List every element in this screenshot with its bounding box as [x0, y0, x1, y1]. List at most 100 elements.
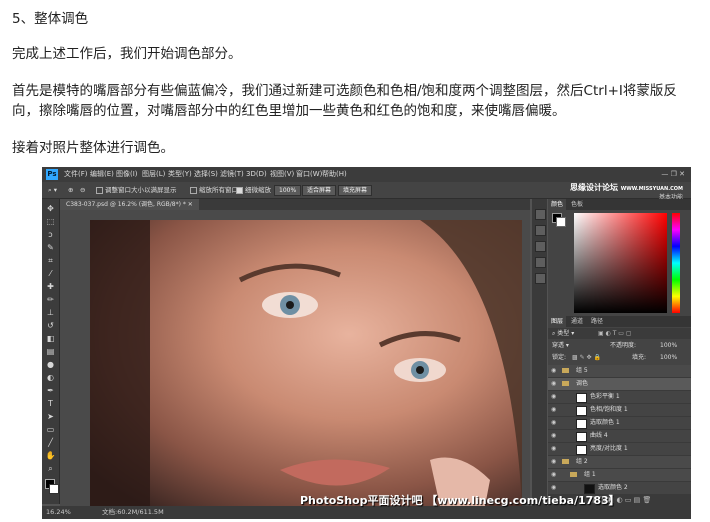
move-tool-icon[interactable]: ✥: [45, 203, 56, 214]
visibility-eye-icon[interactable]: ◉: [551, 391, 556, 403]
zoom-100-button[interactable]: 100%: [274, 185, 302, 196]
eyedropper-tool-icon[interactable]: ⁄: [45, 268, 56, 279]
hue-slider[interactable]: [672, 213, 680, 313]
tab-layers[interactable]: 图层: [548, 316, 567, 327]
path-select-tool-icon[interactable]: ➤: [45, 411, 56, 422]
healing-tool-icon[interactable]: ✚: [45, 281, 56, 292]
mask-thumbnail[interactable]: [576, 393, 587, 403]
zoom-tool-icon[interactable]: ⌕ ▾: [48, 182, 57, 198]
zoom-all-label: 缩放所有窗口: [199, 186, 238, 194]
folder-icon: [562, 459, 569, 464]
visibility-eye-icon[interactable]: ◉: [551, 404, 556, 416]
dodge-tool-icon[interactable]: ◐: [45, 372, 56, 383]
zoom-tool-icon-2[interactable]: ⌕: [45, 463, 56, 474]
shape-tool-icon[interactable]: ▭: [45, 424, 56, 435]
filter-icons[interactable]: ▣ ◐ T ▭ ▢: [598, 328, 632, 339]
background-color[interactable]: [556, 217, 566, 227]
fill-input[interactable]: 100%: [660, 352, 677, 363]
blend-row: 穿透 ▾ 不透明度: 100%: [548, 340, 691, 351]
lip-paragraph-line1: 首先是模特的嘴唇部分有些偏蓝偏冷，我们通过新建可选颜色和色相/饱和度两个调整图层…: [12, 83, 677, 99]
lock-row: 锁定: ▩ ✎ ✥ 🔒 填充: 100%: [548, 352, 691, 363]
document-tab-bar: C383-037.psd @ 16.2% (调色, RGB/8*) * ✕: [60, 199, 530, 210]
line-tool-icon[interactable]: ╱: [45, 437, 56, 448]
resize-windows-option[interactable]: 调整窗口大小以满屏显示: [96, 182, 177, 198]
layer-row[interactable]: ◉ 组 2: [548, 456, 691, 469]
document-size: 文档:60.2M/611.5M: [102, 508, 164, 516]
menu-view[interactable]: 视图(V): [270, 167, 294, 182]
zoom-level[interactable]: 16.24%: [46, 506, 71, 519]
menu-filter[interactable]: 滤镜(T): [220, 167, 244, 182]
mask-thumbnail[interactable]: [576, 445, 587, 455]
stamp-tool-icon[interactable]: ⊥: [45, 307, 56, 318]
visibility-eye-icon[interactable]: ◉: [551, 456, 556, 468]
background-color-swatch[interactable]: [49, 484, 59, 494]
mask-thumbnail[interactable]: [576, 419, 587, 429]
fill-screen-button[interactable]: 填充屏幕: [338, 185, 373, 196]
layer-row[interactable]: ◉ 亮度/对比度 1: [548, 443, 691, 456]
menu-layer[interactable]: 图层(L): [142, 167, 165, 182]
history-brush-tool-icon[interactable]: ↺: [45, 320, 56, 331]
layer-row[interactable]: ◉ 选取颜色 1: [548, 417, 691, 430]
close-tab-icon[interactable]: ✕: [188, 201, 193, 208]
color-picker-field[interactable]: [574, 213, 667, 313]
canvas-area[interactable]: [60, 210, 530, 506]
adjustments-panel-icon[interactable]: [535, 241, 546, 252]
gradient-tool-icon[interactable]: ▤: [45, 346, 56, 357]
panel-dock: [532, 199, 547, 506]
fit-screen-button[interactable]: 适合屏幕: [302, 185, 337, 196]
brush-panel-icon[interactable]: [535, 257, 546, 268]
layer-name: 选取颜色 1: [590, 419, 620, 426]
visibility-eye-icon[interactable]: ◉: [551, 430, 556, 442]
layer-row[interactable]: ◉ 组 5: [548, 365, 691, 378]
eraser-tool-icon[interactable]: ◧: [45, 333, 56, 344]
zoom-all-option[interactable]: 缩放所有窗口: [190, 182, 238, 198]
blend-mode-select[interactable]: 穿透 ▾: [552, 340, 569, 351]
zoom-out-icon[interactable]: ⊖: [80, 182, 85, 198]
portrait-photo[interactable]: [90, 220, 522, 506]
properties-panel-icon[interactable]: [535, 225, 546, 236]
visibility-eye-icon[interactable]: ◉: [551, 365, 556, 377]
pen-tool-icon[interactable]: ✒: [45, 385, 56, 396]
layer-row[interactable]: ◉ 调色: [548, 378, 691, 391]
menu-window[interactable]: 窗口(W): [296, 167, 322, 182]
layer-row[interactable]: ◉ 色彩平衡 1: [548, 391, 691, 404]
document-tab[interactable]: C383-037.psd @ 16.2% (调色, RGB/8*) * ✕: [60, 199, 199, 210]
marquee-tool-icon[interactable]: ⬚: [45, 216, 56, 227]
character-panel-icon[interactable]: [535, 273, 546, 284]
tab-swatches[interactable]: 色板: [568, 199, 586, 210]
crop-tool-icon[interactable]: ⌗: [45, 255, 56, 266]
menu-3d[interactable]: 3D(D): [246, 167, 267, 182]
history-panel-icon[interactable]: [535, 209, 546, 220]
lasso-tool-icon[interactable]: ↄ: [45, 229, 56, 240]
window-controls[interactable]: — ❐ ✕: [661, 167, 685, 182]
filter-kind-select[interactable]: ⌕ 类型 ▾: [552, 328, 574, 339]
layer-row[interactable]: ◉ 色相/饱和度 1: [548, 404, 691, 417]
menu-type[interactable]: 类型(Y): [168, 167, 192, 182]
menu-select[interactable]: 选择(S): [194, 167, 218, 182]
scrubby-zoom-option[interactable]: 细微缩放: [236, 182, 271, 198]
zoom-in-icon[interactable]: ⊕: [68, 182, 73, 198]
menu-file[interactable]: 文件(F): [64, 167, 88, 182]
lock-icons[interactable]: ▩ ✎ ✥ 🔒: [572, 352, 601, 363]
visibility-eye-icon[interactable]: ◉: [551, 417, 556, 429]
tab-channels[interactable]: 通道: [568, 316, 586, 327]
opacity-input[interactable]: 100%: [660, 340, 677, 351]
visibility-eye-icon[interactable]: ◉: [551, 469, 556, 481]
visibility-eye-icon[interactable]: ◉: [551, 443, 556, 455]
menu-edit[interactable]: 编辑(E): [90, 167, 114, 182]
layer-row[interactable]: ◉ 组 1: [548, 469, 691, 482]
layer-row[interactable]: ◉ 曲线 4: [548, 430, 691, 443]
brush-tool-icon[interactable]: ✏: [45, 294, 56, 305]
visibility-eye-icon[interactable]: ◉: [551, 378, 556, 390]
hand-tool-icon[interactable]: ✋: [45, 450, 56, 461]
tab-color[interactable]: 颜色: [548, 199, 567, 210]
intro-paragraph: 完成上述工作后，我们开始调色部分。: [12, 46, 242, 62]
menu-image[interactable]: 图像(I): [116, 167, 138, 182]
mask-thumbnail[interactable]: [576, 406, 587, 416]
tab-paths[interactable]: 路径: [588, 316, 606, 327]
mask-thumbnail[interactable]: [576, 432, 587, 442]
quick-select-tool-icon[interactable]: ✎: [45, 242, 56, 253]
type-tool-icon[interactable]: T: [45, 398, 56, 409]
menu-help[interactable]: 帮助(H): [322, 167, 347, 182]
blur-tool-icon[interactable]: ●: [45, 359, 56, 370]
